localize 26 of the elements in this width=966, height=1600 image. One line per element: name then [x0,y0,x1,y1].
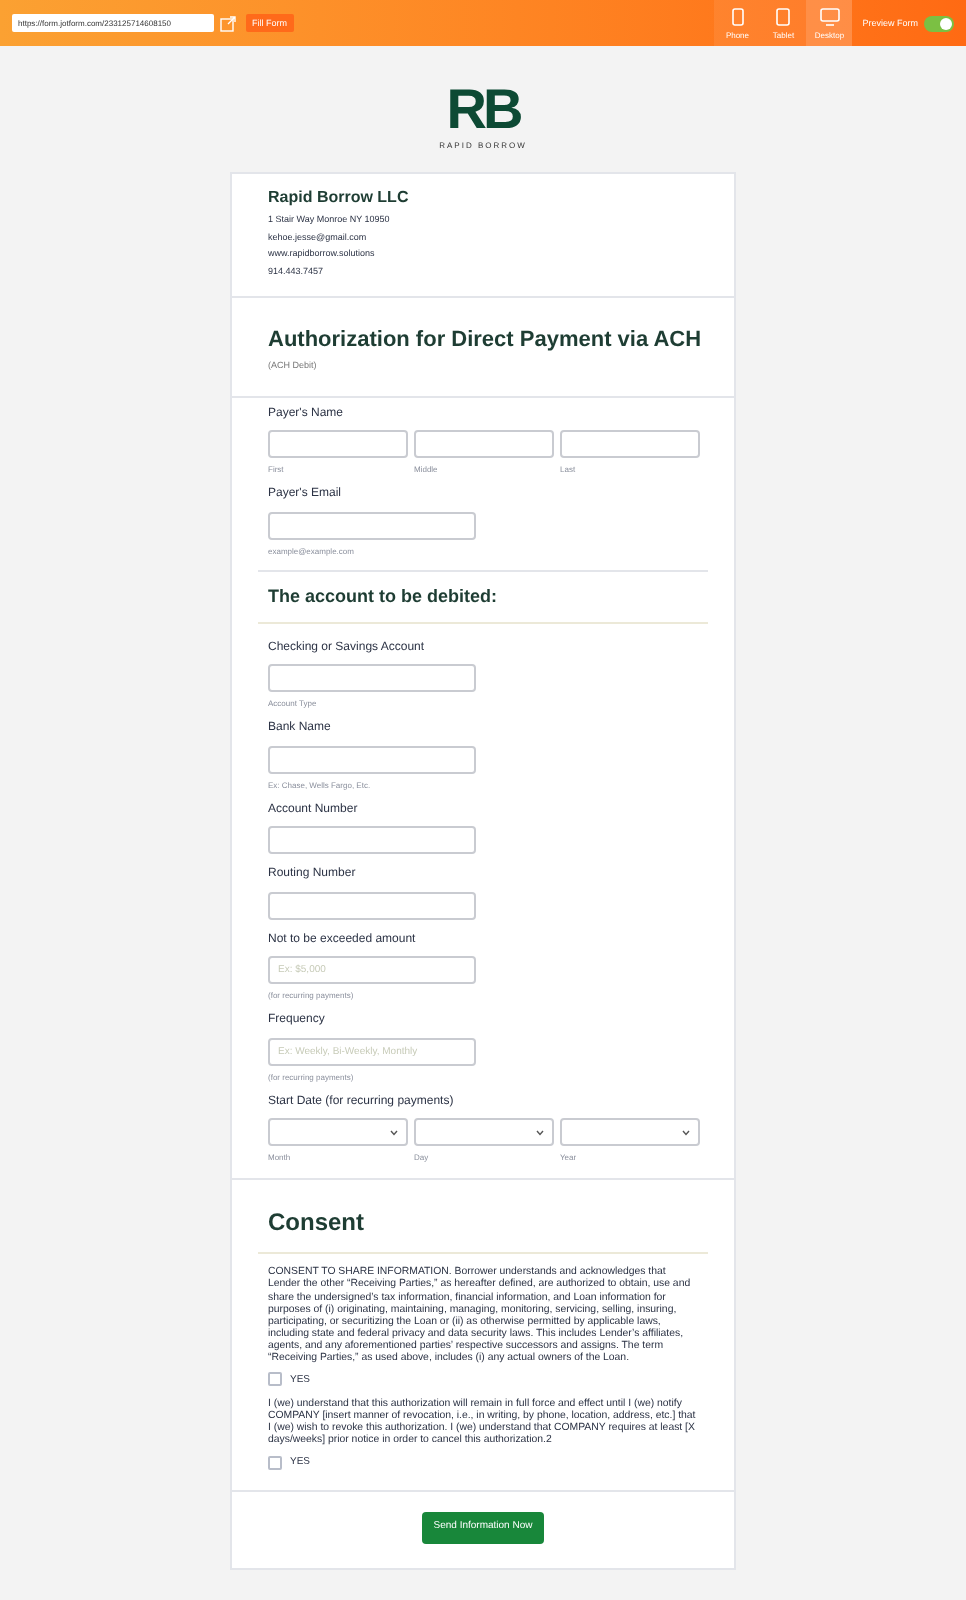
section-heading: Consent [268,1208,366,1239]
tablet-icon [776,7,791,25]
monitor-icon [819,7,840,25]
input-field[interactable] [268,891,476,920]
input-field[interactable] [414,430,554,459]
dropdown-field[interactable] [414,1118,554,1147]
logo-mark: RB [446,80,520,138]
chevron-down-icon [390,1129,398,1136]
dropdown-field[interactable] [560,1118,700,1147]
phone-icon [731,7,744,25]
input-field[interactable] [268,430,408,459]
input-field[interactable] [268,511,476,540]
form-title: Authorization for Direct Payment via ACH [268,326,698,354]
input-field[interactable] [268,745,476,774]
input-field[interactable] [268,664,476,693]
external-link-icon[interactable] [220,15,236,31]
chevron-down-icon [682,1129,690,1136]
dropdown-field[interactable] [268,1118,408,1147]
input-field[interactable] [268,826,476,855]
company-name: Rapid Borrow LLC [268,188,411,208]
chevron-down-icon [536,1129,544,1136]
checkbox[interactable] [268,1455,282,1469]
checkbox[interactable] [268,1372,282,1387]
toggle-switch[interactable] [924,15,954,31]
section-heading: The account to be debited: [268,585,500,608]
input-field[interactable] [560,430,700,459]
